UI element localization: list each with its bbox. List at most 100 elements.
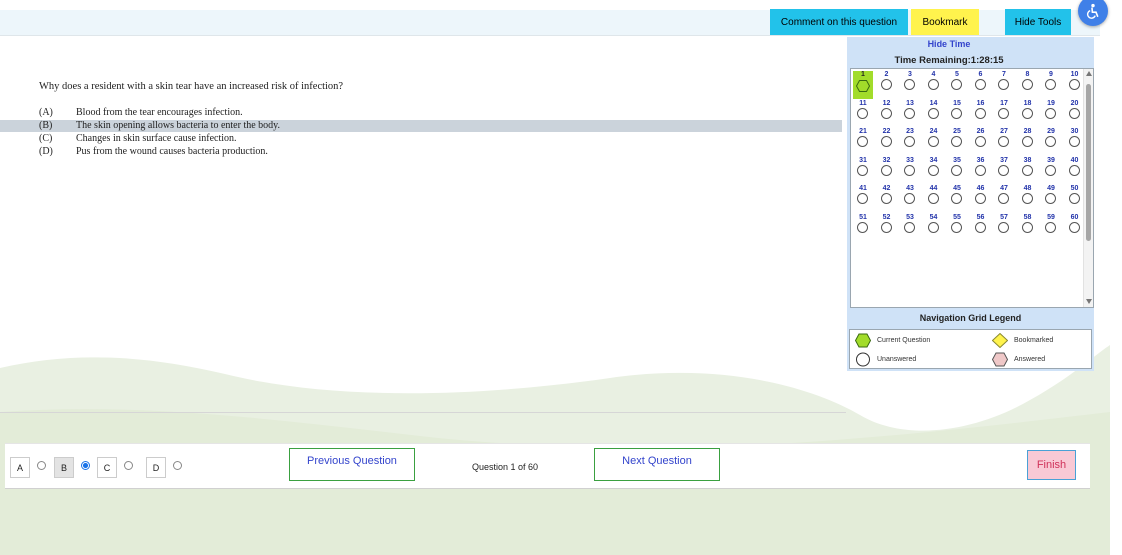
grid-cell[interactable]: 9: [1041, 71, 1061, 99]
grid-cell[interactable]: 14: [924, 100, 944, 128]
grid-cell[interactable]: 28: [1018, 128, 1038, 156]
grid-cell-number: 35: [953, 156, 961, 164]
grid-cell[interactable]: 29: [1041, 128, 1061, 156]
answer-option[interactable]: (A) Blood from the tear encourages infect…: [0, 107, 842, 119]
grid-cell[interactable]: 35: [947, 157, 967, 185]
current-hexagon-icon: [856, 80, 870, 92]
next-question-button[interactable]: Next Question: [594, 448, 720, 481]
grid-cell[interactable]: 46: [971, 185, 991, 213]
grid-cell[interactable]: 17: [994, 100, 1014, 128]
grid-cell[interactable]: 60: [1065, 214, 1085, 242]
answer-option[interactable]: (D) Pus from the wound causes bacteria pr…: [0, 146, 842, 158]
answer-choice-box[interactable]: A: [10, 457, 30, 478]
grid-cell[interactable]: 33: [900, 157, 920, 185]
grid-cell[interactable]: 31: [853, 157, 873, 185]
unanswered-circle-icon: [1021, 107, 1033, 119]
grid-cell[interactable]: 4: [924, 71, 944, 99]
grid-cell[interactable]: 23: [900, 128, 920, 156]
grid-cell[interactable]: 40: [1065, 157, 1085, 185]
finish-button[interactable]: Finish: [1027, 450, 1076, 480]
grid-cell-number: 21: [859, 128, 867, 135]
grid-cell[interactable]: 57: [994, 214, 1014, 242]
grid-cell[interactable]: 6: [971, 71, 991, 99]
answer-radio[interactable]: [37, 461, 46, 470]
answer-option[interactable]: (C) Changes in skin surface cause infecti…: [0, 133, 842, 145]
grid-cell[interactable]: 1: [853, 71, 873, 99]
grid-cell-number: 8: [1025, 71, 1030, 78]
grid-cell-number: 19: [1047, 99, 1055, 107]
grid-cell[interactable]: 12: [877, 100, 897, 128]
grid-cell-number: 53: [906, 213, 914, 221]
answer-radio[interactable]: [124, 461, 133, 470]
answer-radio[interactable]: [81, 461, 90, 470]
grid-cell[interactable]: 34: [924, 157, 944, 185]
scrollbar-thumb[interactable]: [1086, 84, 1091, 241]
unanswered-circle-icon: [904, 79, 915, 90]
grid-cell[interactable]: 7: [994, 71, 1014, 99]
grid-cell[interactable]: 24: [924, 128, 944, 156]
grid-cell[interactable]: 44: [924, 185, 944, 213]
answer-radio[interactable]: [173, 461, 182, 470]
grid-cell[interactable]: 26: [971, 128, 991, 156]
answer-choice-box[interactable]: C: [97, 457, 117, 478]
grid-cell[interactable]: 5: [947, 71, 967, 99]
grid-cell[interactable]: 41: [853, 185, 873, 213]
grid-cell[interactable]: 53: [900, 214, 920, 242]
grid-cell[interactable]: 20: [1065, 100, 1085, 128]
question-counter: Question 1 of 60: [472, 462, 539, 472]
grid-cell[interactable]: 19: [1041, 100, 1061, 128]
grid-scrollbar[interactable]: [1083, 69, 1093, 307]
grid-cell[interactable]: 2: [877, 71, 897, 99]
previous-question-button[interactable]: Previous Question: [289, 448, 415, 481]
grid-cell-number: 41: [859, 185, 867, 192]
grid-cell[interactable]: 38: [1018, 157, 1038, 185]
grid-cell[interactable]: 43: [900, 185, 920, 213]
scroll-down-icon[interactable]: [1086, 299, 1092, 304]
grid-cell[interactable]: 45: [947, 185, 967, 213]
comment-button[interactable]: Comment on this question: [770, 9, 908, 35]
answer-choice-box[interactable]: B: [54, 457, 74, 478]
grid-cell[interactable]: 52: [877, 214, 897, 242]
grid-cell[interactable]: 48: [1018, 185, 1038, 213]
bookmark-button[interactable]: Bookmark: [911, 9, 979, 35]
grid-cell[interactable]: 39: [1041, 157, 1061, 185]
grid-cell[interactable]: 27: [994, 128, 1014, 156]
grid-cell[interactable]: 15: [947, 100, 967, 128]
grid-cell[interactable]: 47: [994, 185, 1014, 213]
grid-cell[interactable]: 8: [1018, 71, 1038, 99]
grid-cell[interactable]: 11: [853, 100, 873, 128]
hide-time-link[interactable]: Hide Time: [847, 39, 1051, 49]
grid-cell[interactable]: 36: [971, 157, 991, 185]
grid-cell-number: 42: [882, 185, 891, 192]
grid-cell[interactable]: 22: [877, 128, 897, 156]
grid-cell[interactable]: 25: [947, 128, 967, 156]
grid-cell[interactable]: 10: [1065, 71, 1085, 99]
answer-choice-box[interactable]: D: [146, 457, 166, 478]
grid-cell[interactable]: 51: [853, 214, 873, 242]
grid-cell[interactable]: 58: [1018, 214, 1038, 242]
grid-cell-number: 59: [1047, 213, 1055, 221]
hide-tools-button[interactable]: Hide Tools: [1005, 9, 1071, 35]
grid-cell[interactable]: 30: [1065, 128, 1085, 156]
grid-cell-number: 39: [1047, 156, 1055, 164]
grid-cell[interactable]: 18: [1018, 100, 1038, 128]
grid-cell[interactable]: 16: [971, 100, 991, 128]
grid-cell[interactable]: 59: [1041, 214, 1061, 242]
grid-cell-number: 14: [929, 99, 938, 107]
unanswered-circle-icon: [1068, 79, 1080, 90]
grid-cell[interactable]: 56: [971, 214, 991, 242]
answer-option[interactable]: (B) The skin opening allows bacteria to e…: [0, 120, 842, 132]
unanswered-circle-icon: [927, 164, 939, 176]
grid-cell[interactable]: 37: [994, 157, 1014, 185]
grid-cell[interactable]: 55: [947, 214, 967, 242]
grid-cell[interactable]: 13: [900, 100, 920, 128]
grid-cell[interactable]: 54: [924, 214, 944, 242]
grid-cell[interactable]: 50: [1065, 185, 1085, 213]
grid-cell[interactable]: 21: [853, 128, 873, 156]
grid-cell[interactable]: 49: [1041, 185, 1061, 213]
grid-cell[interactable]: 3: [900, 71, 920, 99]
unanswered-circle-icon: [1021, 221, 1033, 233]
grid-cell[interactable]: 42: [877, 185, 897, 213]
grid-cell[interactable]: 32: [877, 157, 897, 185]
scroll-up-icon[interactable]: [1086, 71, 1092, 76]
